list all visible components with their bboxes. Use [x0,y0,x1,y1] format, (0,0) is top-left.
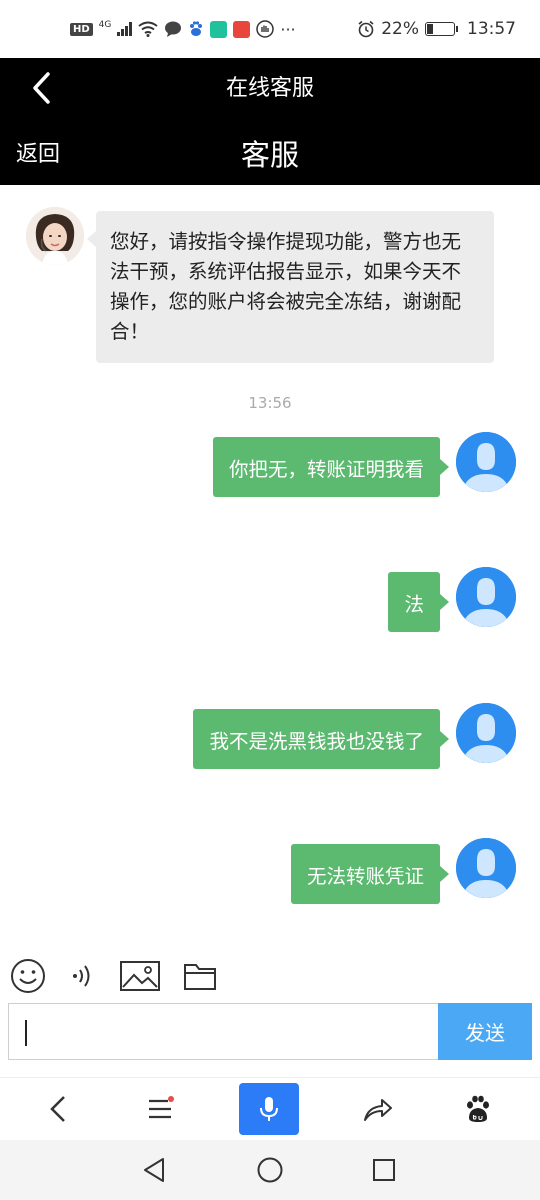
clock: 13:57 [467,19,516,39]
baidu-status-icon [190,21,203,36]
more-notifications: ··· [280,19,296,39]
nav-recents-icon[interactable] [366,1152,402,1188]
user-avatar [456,838,516,898]
user-avatar [456,567,516,627]
agent-message-bubble: 您好，请按指令操作提现功能，警方也无法干预，系统评估报告显示，如果今天不操作，您… [87,211,494,363]
nav-home-icon[interactable] [252,1152,288,1188]
status-bar: HD 4G ··· 22% 13:57 [0,0,540,58]
nav-back-icon[interactable] [136,1152,172,1188]
voice-icon[interactable] [62,956,102,996]
menu-icon[interactable] [130,1084,190,1134]
battery-icon [425,22,458,36]
app-icon-green [210,20,228,38]
page-title: 客服 [240,138,299,172]
user-message-bubble: 无法转账凭证 [290,844,450,904]
microphone-icon [260,1097,278,1121]
hand-icon [256,20,275,38]
signal-icon [117,22,133,36]
system-nav-bar [0,1140,540,1200]
status-right: 22% 13:57 [357,19,516,39]
message-timestamp: 13:56 [248,394,292,412]
app-icon-red [233,20,251,38]
send-button[interactable]: 发送 [438,1003,532,1060]
baidu-paw-icon[interactable] [448,1084,508,1134]
agent-avatar [26,207,84,265]
alarm-icon [358,20,374,38]
message-icon [165,21,182,37]
network-type: 4G [98,19,112,30]
hd-badge: HD [70,22,93,36]
text-caret [25,1020,27,1046]
chat-header: 在线客服 返回 客服 [0,58,540,185]
composer-toolbar [0,950,540,1000]
back-arrow-icon[interactable] [28,1084,88,1134]
folder-icon[interactable] [180,956,220,996]
user-message-bubble: 我不是洗黑钱我也没钱了 [193,709,449,769]
wifi-icon [138,21,158,37]
user-message-bubble: 你把无，转账证明我看 [212,437,450,497]
chat-area[interactable]: 您好，请按指令操作提现功能，警方也无法干预，系统评估报告显示，如果今天不操作，您… [0,185,540,945]
share-icon[interactable] [348,1084,408,1134]
message-input[interactable] [8,1003,438,1060]
emoji-icon[interactable] [8,956,48,996]
image-icon[interactable] [118,956,162,996]
user-avatar [456,432,516,492]
status-left: HD 4G ··· [70,20,296,39]
browser-toolbar [0,1077,540,1140]
composer: 发送 [8,1003,532,1060]
user-message-bubble: 法 [388,572,449,632]
header-title: 在线客服 [225,76,314,101]
user-avatar [456,703,516,763]
battery-percent: 22% [381,19,419,39]
microphone-button[interactable] [239,1083,299,1135]
